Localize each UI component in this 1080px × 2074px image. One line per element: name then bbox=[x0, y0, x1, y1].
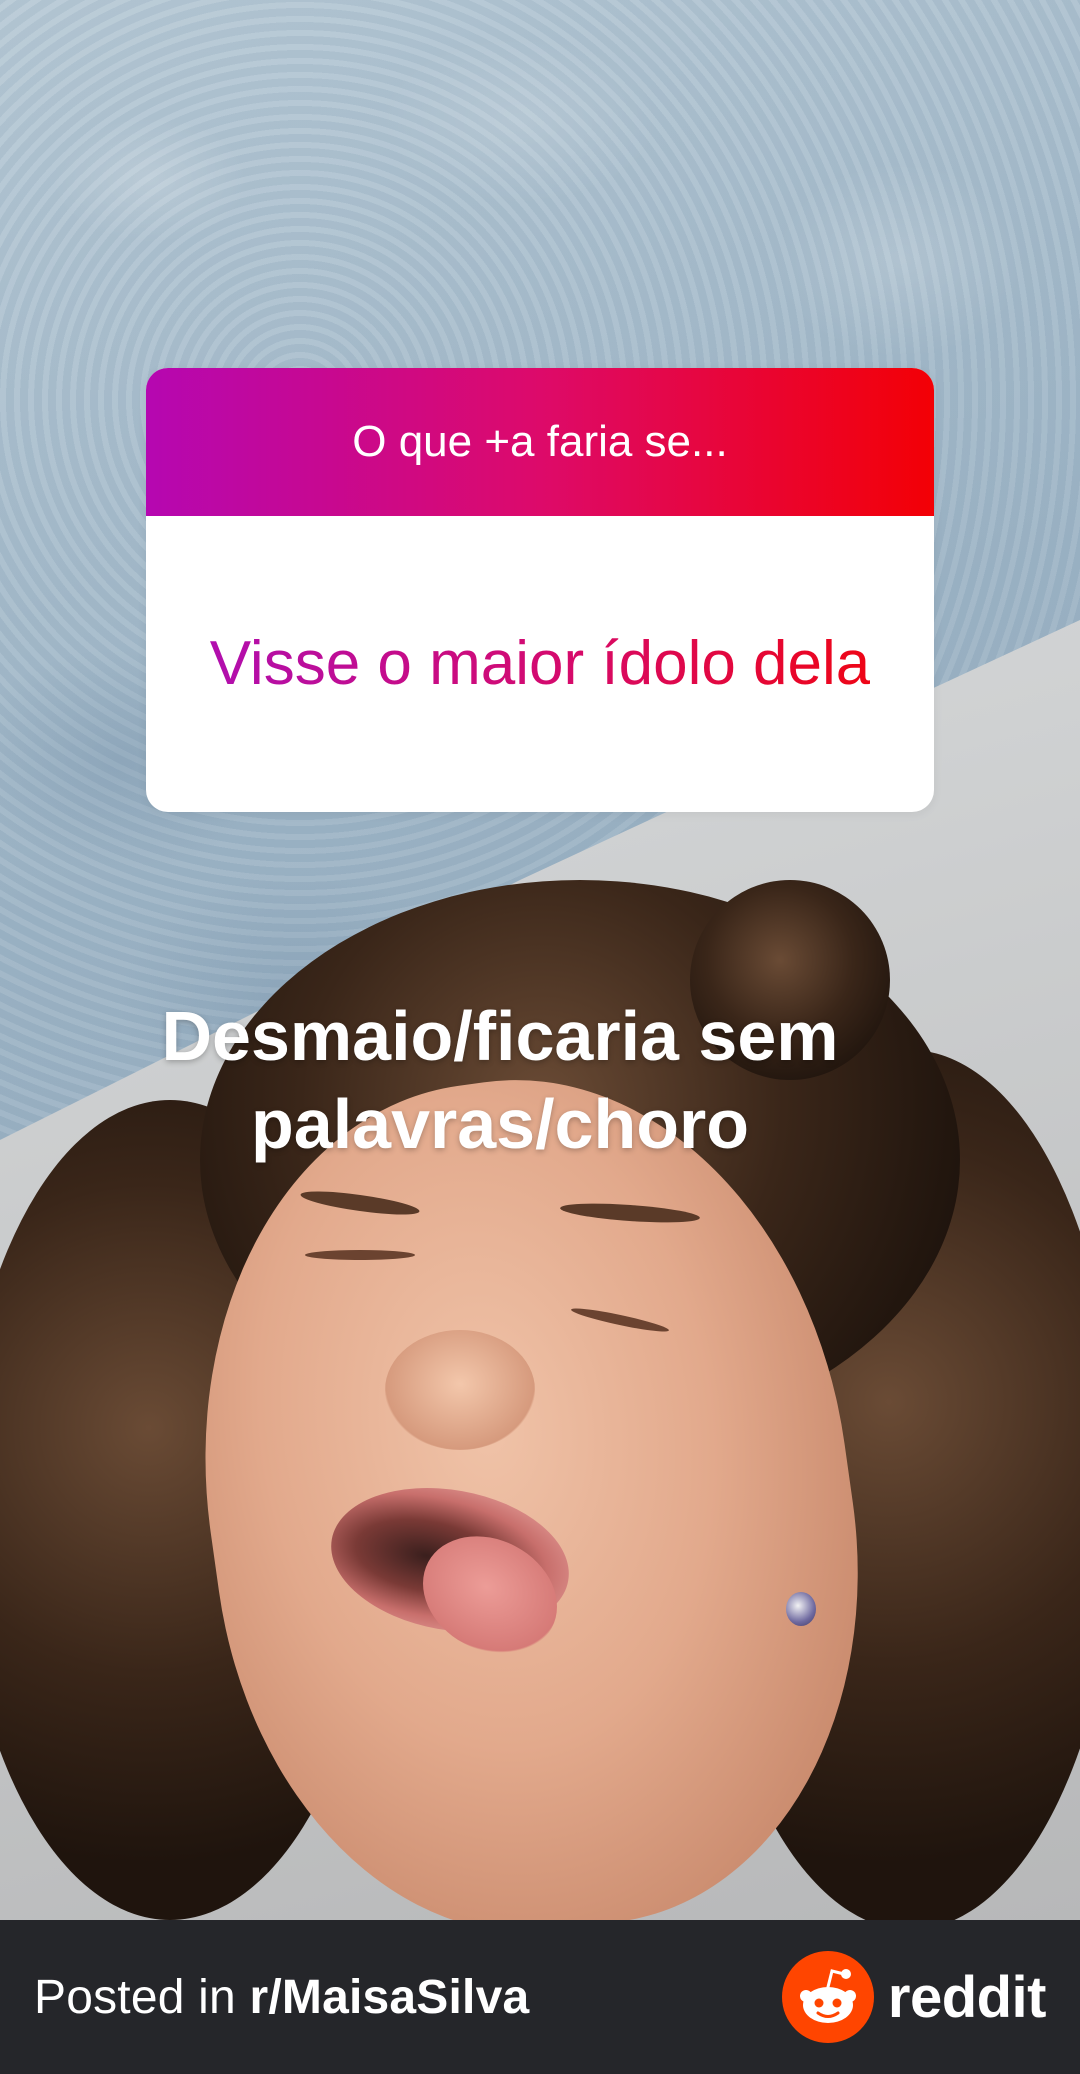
story-caption: Desmaio/ficaria sem palavras/choro bbox=[60, 992, 940, 1168]
nose bbox=[385, 1330, 535, 1450]
earring bbox=[786, 1592, 816, 1626]
posted-in-prefix: Posted in bbox=[34, 1970, 250, 2024]
reddit-snoo-icon bbox=[781, 1951, 874, 2043]
question-sticker-prompt: O que +a faria se... bbox=[146, 368, 934, 516]
reddit-brand[interactable]: reddit bbox=[781, 1951, 1047, 2043]
question-sticker-answer-area: Visse o maior ídolo dela bbox=[146, 516, 934, 812]
story-image: O que +a faria se... Visse o maior ídolo… bbox=[0, 0, 1080, 1920]
question-sticker[interactable]: O que +a faria se... Visse o maior ídolo… bbox=[146, 368, 934, 812]
posted-in-label: Posted in r/MaisaSilva bbox=[34, 1970, 529, 2025]
reddit-footer-bar: Posted in r/MaisaSilva reddit bbox=[0, 1920, 1080, 2074]
question-sticker-answer: Visse o maior ídolo dela bbox=[210, 621, 871, 708]
caption-line-2: palavras/choro bbox=[251, 1085, 749, 1163]
subreddit-link[interactable]: r/MaisaSilva bbox=[249, 1971, 529, 2024]
left-eye bbox=[305, 1250, 415, 1260]
caption-line-1: Desmaio/ficaria sem bbox=[161, 997, 839, 1075]
reddit-wordmark: reddit bbox=[887, 1964, 1047, 2030]
